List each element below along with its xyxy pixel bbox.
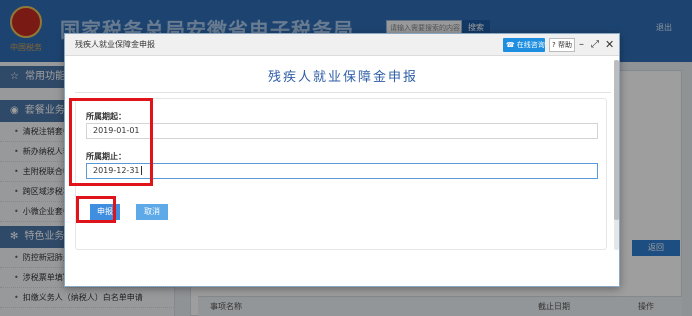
end-period-input[interactable]: 2019-12-31 <box>86 163 598 179</box>
dialog-window-title: 残疾人就业保障金申报 <box>75 40 155 49</box>
declaration-form: 所属期起： 2019-01-01 所属期止： 2019-12-31 申报 取消 <box>75 98 607 250</box>
help-button[interactable]: ? 帮助 <box>549 38 575 52</box>
divider <box>75 92 611 93</box>
online-service-label: 在线咨询 <box>516 41 545 49</box>
online-service-button[interactable]: ☎ 在线咨询 <box>503 38 545 52</box>
scrollbar-thumb[interactable] <box>614 60 619 220</box>
close-icon[interactable]: ✕ <box>605 38 614 52</box>
question-icon: ? <box>552 41 556 49</box>
help-label: 帮助 <box>557 41 572 49</box>
annotation-box-submit <box>76 196 116 223</box>
dialog-heading: 残疾人就业保障金申报 <box>267 70 418 85</box>
headset-icon: ☎ <box>506 41 515 49</box>
dialog-scrollbar[interactable] <box>614 60 619 250</box>
maximize-icon[interactable]: ⤢ <box>591 38 599 52</box>
minimize-icon[interactable]: – <box>579 38 584 52</box>
annotation-box-period <box>69 98 153 186</box>
start-period-input[interactable]: 2019-01-01 <box>86 123 598 139</box>
cancel-button[interactable]: 取消 <box>136 204 168 220</box>
dialog-titlebar[interactable]: 残疾人就业保障金申报 ☎ 在线咨询 ? 帮助 – ⤢ ✕ <box>65 34 619 56</box>
